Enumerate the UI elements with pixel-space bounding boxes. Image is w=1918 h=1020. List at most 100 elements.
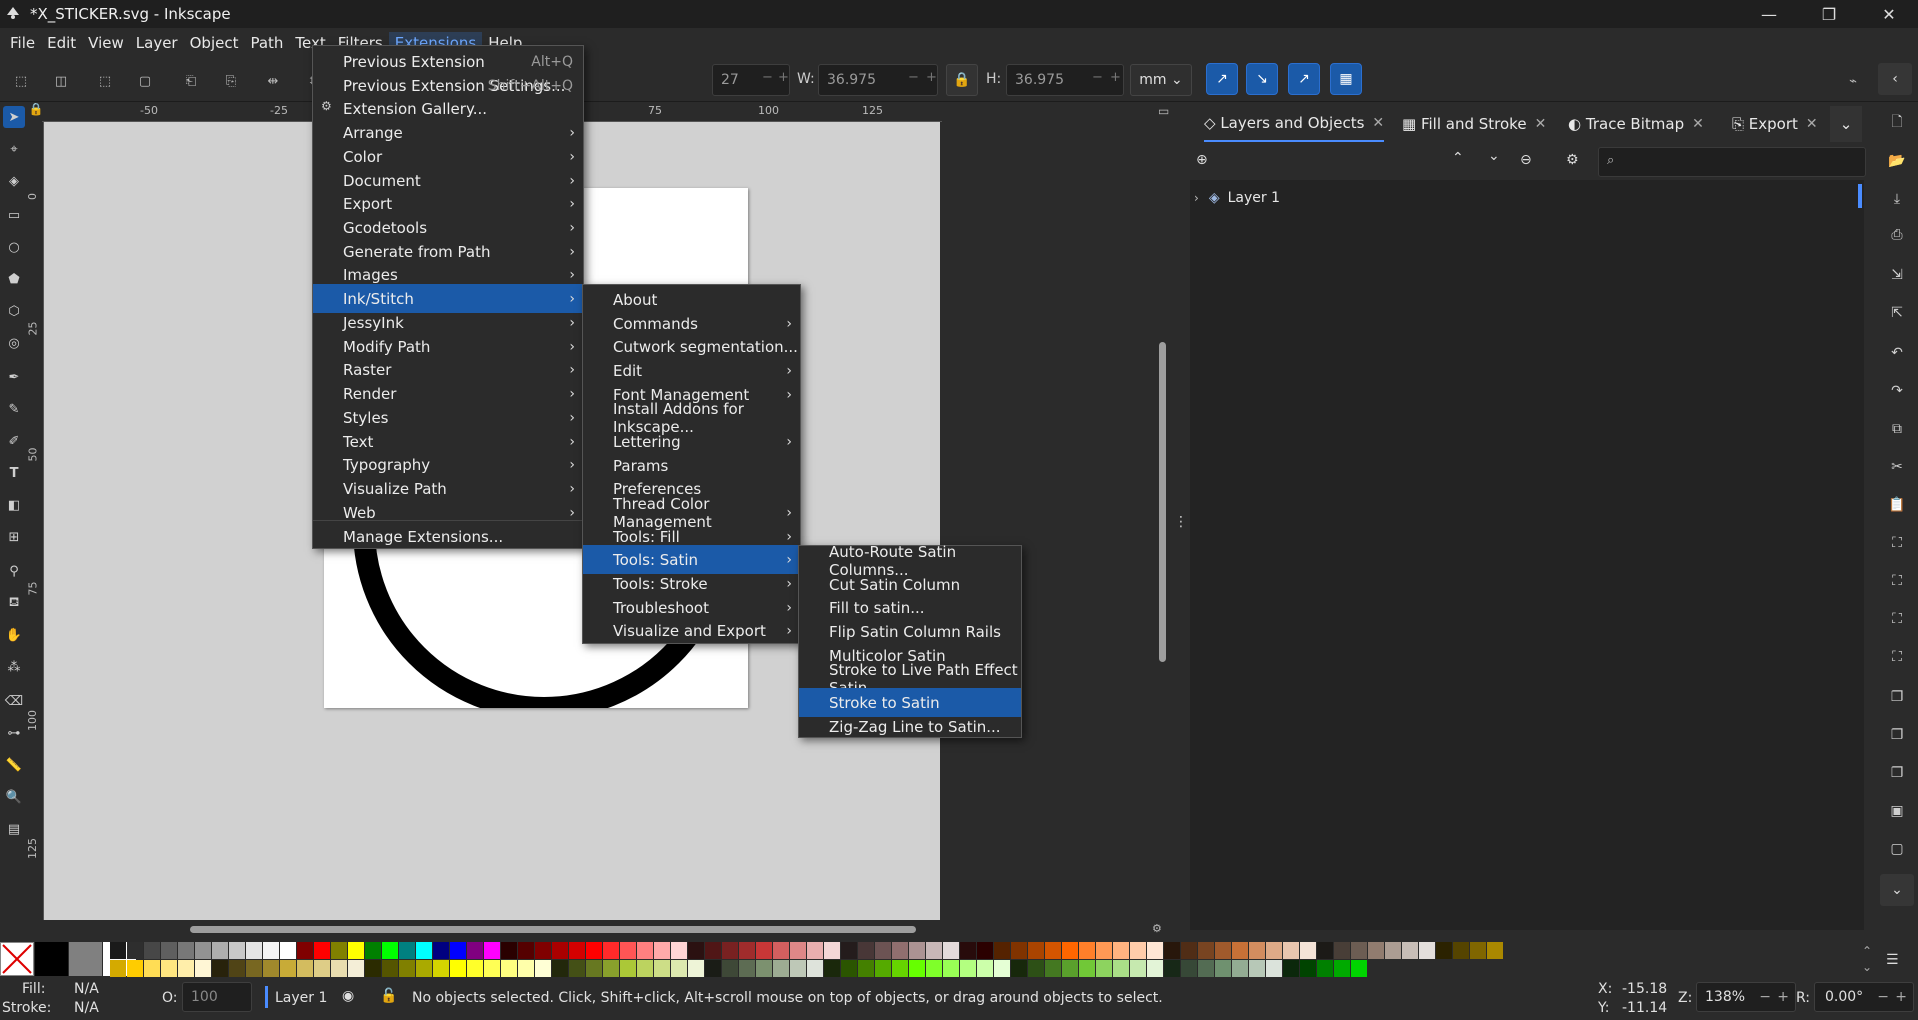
cut-icon[interactable]: ✂	[1886, 456, 1908, 478]
color-swatch[interactable]	[229, 960, 245, 977]
no-paint-swatch[interactable]	[0, 942, 34, 976]
color-swatch[interactable]	[246, 942, 262, 959]
zoom-decrement-icon[interactable]: −	[1759, 983, 1771, 1011]
color-swatch[interactable]	[1368, 942, 1384, 959]
expand-chevron-icon[interactable]: ›	[1194, 191, 1199, 205]
move-patterns-icon[interactable]: ▦	[1330, 63, 1362, 95]
width-decrement-icon[interactable]: −	[908, 70, 919, 85]
gradient-tool-icon[interactable]: ◧	[3, 494, 25, 516]
swatch-gray[interactable]	[69, 942, 102, 976]
color-swatch[interactable]	[518, 942, 534, 959]
save-icon[interactable]: ⤓	[1886, 188, 1908, 210]
menu-layer[interactable]: Layer	[130, 32, 184, 54]
rotation-decrement-icon[interactable]: −	[1877, 983, 1889, 1011]
text-tool-icon[interactable]: T	[3, 462, 25, 484]
color-swatch[interactable]	[1351, 942, 1367, 959]
color-swatch[interactable]	[824, 960, 840, 977]
paint-bucket-icon[interactable]: ⛾	[3, 592, 25, 614]
scale-stroke-icon[interactable]: ↗	[1206, 63, 1238, 95]
visibility-eye-icon[interactable]: ◉	[342, 988, 354, 1004]
height-field[interactable]: 36.975	[1006, 64, 1124, 96]
color-swatch[interactable]	[365, 960, 381, 977]
color-swatch[interactable]	[1181, 942, 1197, 959]
color-swatch[interactable]	[416, 942, 432, 959]
select-all-icon[interactable]: ⬚	[10, 70, 32, 92]
color-swatch[interactable]	[161, 942, 177, 959]
color-swatch[interactable]	[1317, 942, 1333, 959]
spiral-tool-icon[interactable]: ◎	[3, 332, 25, 354]
calligraphy-tool-icon[interactable]: ✐	[3, 430, 25, 452]
color-swatch[interactable]	[501, 960, 517, 977]
color-swatch[interactable]	[858, 942, 874, 959]
color-swatch[interactable]	[348, 942, 364, 959]
color-swatch[interactable]	[518, 960, 534, 977]
color-swatch[interactable]	[467, 960, 483, 977]
color-swatch[interactable]	[246, 960, 262, 977]
minimize-button[interactable]: —	[1740, 0, 1798, 28]
color-swatch[interactable]	[586, 942, 602, 959]
horizontal-scrollbar[interactable]	[190, 926, 916, 933]
color-swatch[interactable]	[926, 942, 942, 959]
color-swatch[interactable]	[331, 942, 347, 959]
color-swatch[interactable]	[127, 942, 143, 959]
color-swatch[interactable]	[535, 942, 551, 959]
star-tool-icon[interactable]: ⬟	[3, 268, 25, 290]
rotation-field[interactable]: 0.00° − +	[1814, 982, 1914, 1012]
duplicate-icon[interactable]: ❐	[1886, 686, 1908, 708]
add-layer-icon[interactable]: ⊕	[1196, 152, 1208, 168]
box3d-tool-icon[interactable]: ⬡	[3, 300, 25, 322]
color-swatch[interactable]	[1164, 942, 1180, 959]
color-swatch[interactable]	[1062, 942, 1078, 959]
selector-tool-icon[interactable]: ➤	[3, 106, 25, 128]
color-swatch[interactable]	[569, 942, 585, 959]
color-swatch[interactable]	[994, 960, 1010, 977]
print-icon[interactable]: ⎙	[1886, 224, 1908, 246]
zoom-selection-icon[interactable]: ⛶	[1886, 532, 1908, 554]
color-swatch[interactable]	[994, 942, 1010, 959]
tab-fill-and-stroke[interactable]: ▦ Fill and Stroke ✕	[1402, 106, 1546, 142]
color-swatch[interactable]	[1045, 942, 1061, 959]
color-swatch[interactable]	[1266, 942, 1282, 959]
tab-layers-and-objects[interactable]: ◇ Layers and Objects ✕	[1204, 106, 1385, 142]
color-swatch[interactable]	[1062, 960, 1078, 977]
color-swatch[interactable]	[620, 960, 636, 977]
color-swatch[interactable]	[1249, 960, 1265, 977]
color-swatch[interactable]	[875, 942, 891, 959]
measure-tool-icon[interactable]: 📏	[3, 754, 25, 776]
color-swatch[interactable]	[1028, 942, 1044, 959]
menu-item-visualize-and-export[interactable]: Visualize and Export ›	[583, 616, 800, 645]
color-swatch[interactable]	[1266, 960, 1282, 977]
zoom-width-icon[interactable]: ⛶	[1886, 646, 1908, 668]
shape-builder-icon[interactable]: ◈	[3, 170, 25, 192]
color-swatch[interactable]	[110, 942, 126, 959]
color-swatch[interactable]	[110, 960, 126, 977]
color-swatch[interactable]	[756, 960, 772, 977]
close-tab-icon[interactable]: ✕	[1535, 116, 1547, 132]
tweak-tool-icon[interactable]: ✋	[3, 624, 25, 646]
color-swatch[interactable]	[501, 942, 517, 959]
new-document-icon[interactable]: 🗋	[1886, 112, 1908, 134]
settings-gear-icon[interactable]: ⚙	[1566, 152, 1579, 168]
color-swatch[interactable]	[1079, 960, 1095, 977]
color-swatch[interactable]	[263, 960, 279, 977]
color-swatch[interactable]	[399, 960, 415, 977]
color-swatch[interactable]	[144, 942, 160, 959]
color-swatch[interactable]	[161, 960, 177, 977]
collapse-commands-icon[interactable]: ‹	[1878, 63, 1912, 95]
zoom-field[interactable]: 138% − +	[1696, 982, 1796, 1012]
menu-object[interactable]: Object	[184, 32, 245, 54]
color-swatch[interactable]	[178, 942, 194, 959]
menu-item-zig-zag-line-to-satin[interactable]: Zig-Zag Line to Satin...	[799, 712, 1021, 741]
color-swatch[interactable]	[280, 942, 296, 959]
export-doc-icon[interactable]: ⇱	[1886, 302, 1908, 324]
rotation-increment-icon[interactable]: +	[1895, 983, 1907, 1011]
color-swatch[interactable]	[1351, 960, 1367, 977]
color-swatch[interactable]	[212, 942, 228, 959]
color-swatch[interactable]	[1283, 942, 1299, 959]
color-swatch[interactable]	[1419, 942, 1435, 959]
color-swatch[interactable]	[1300, 942, 1316, 959]
menu-view[interactable]: View	[82, 32, 130, 54]
mesh-tool-icon[interactable]: ⊞	[3, 526, 25, 548]
menu-item-manage-extensions[interactable]: Manage Extensions...	[313, 522, 583, 551]
color-swatch[interactable]	[858, 960, 874, 977]
